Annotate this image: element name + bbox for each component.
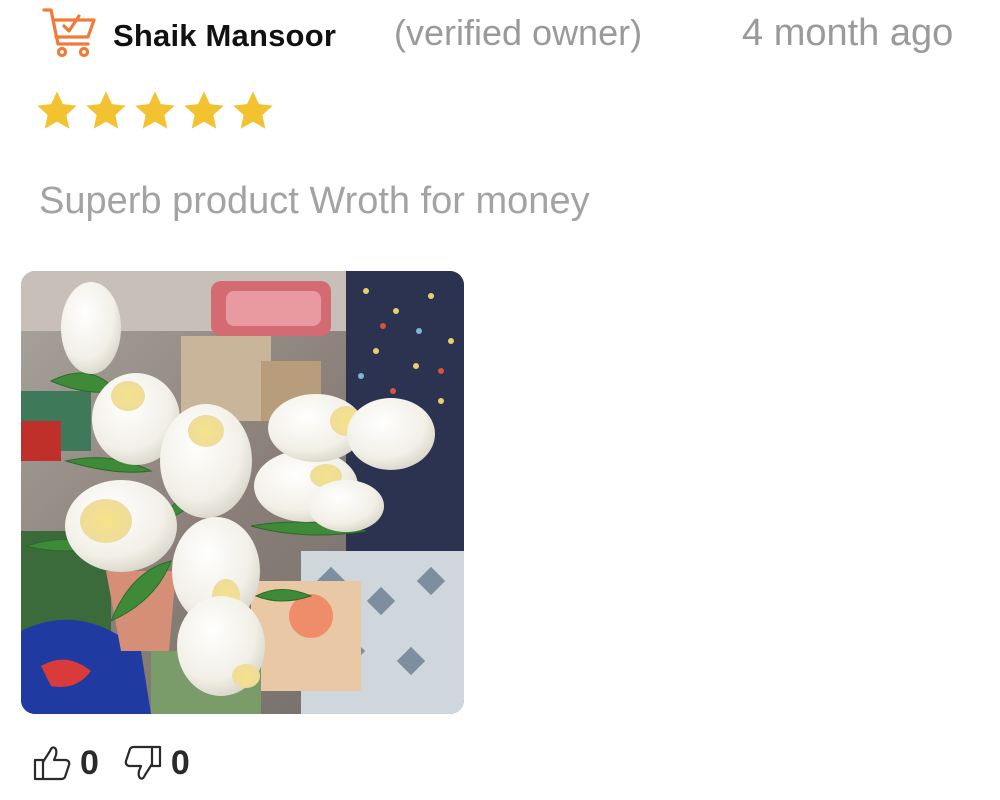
star-icon [83, 88, 129, 134]
dislike-count: 0 [170, 743, 190, 782]
reviewer-name: Shaik Mansoor [113, 18, 337, 53]
star-icon [34, 88, 80, 134]
review-header: Shaik Mansoor (verified owner) 4 month a… [0, 0, 1000, 70]
thumbs-up-icon [32, 743, 72, 783]
review-date: 4 month ago [742, 12, 954, 54]
star-icon [181, 88, 227, 134]
star-rating [34, 88, 276, 134]
shopping-cart-check-icon [42, 4, 98, 60]
vote-row: 0 0 [32, 738, 214, 788]
star-icon [132, 88, 178, 134]
thumbs-down-icon [123, 743, 163, 783]
review-card: Shaik Mansoor (verified owner) 4 month a… [0, 0, 1000, 800]
star-icon [230, 88, 276, 134]
verified-owner-label: (verified owner) [394, 12, 643, 53]
review-text: Superb product Wroth for money [39, 180, 590, 222]
like-count: 0 [80, 743, 99, 782]
review-photo[interactable] [21, 271, 464, 714]
like-button[interactable]: 0 [32, 743, 99, 783]
dislike-button[interactable]: 0 [123, 743, 190, 783]
